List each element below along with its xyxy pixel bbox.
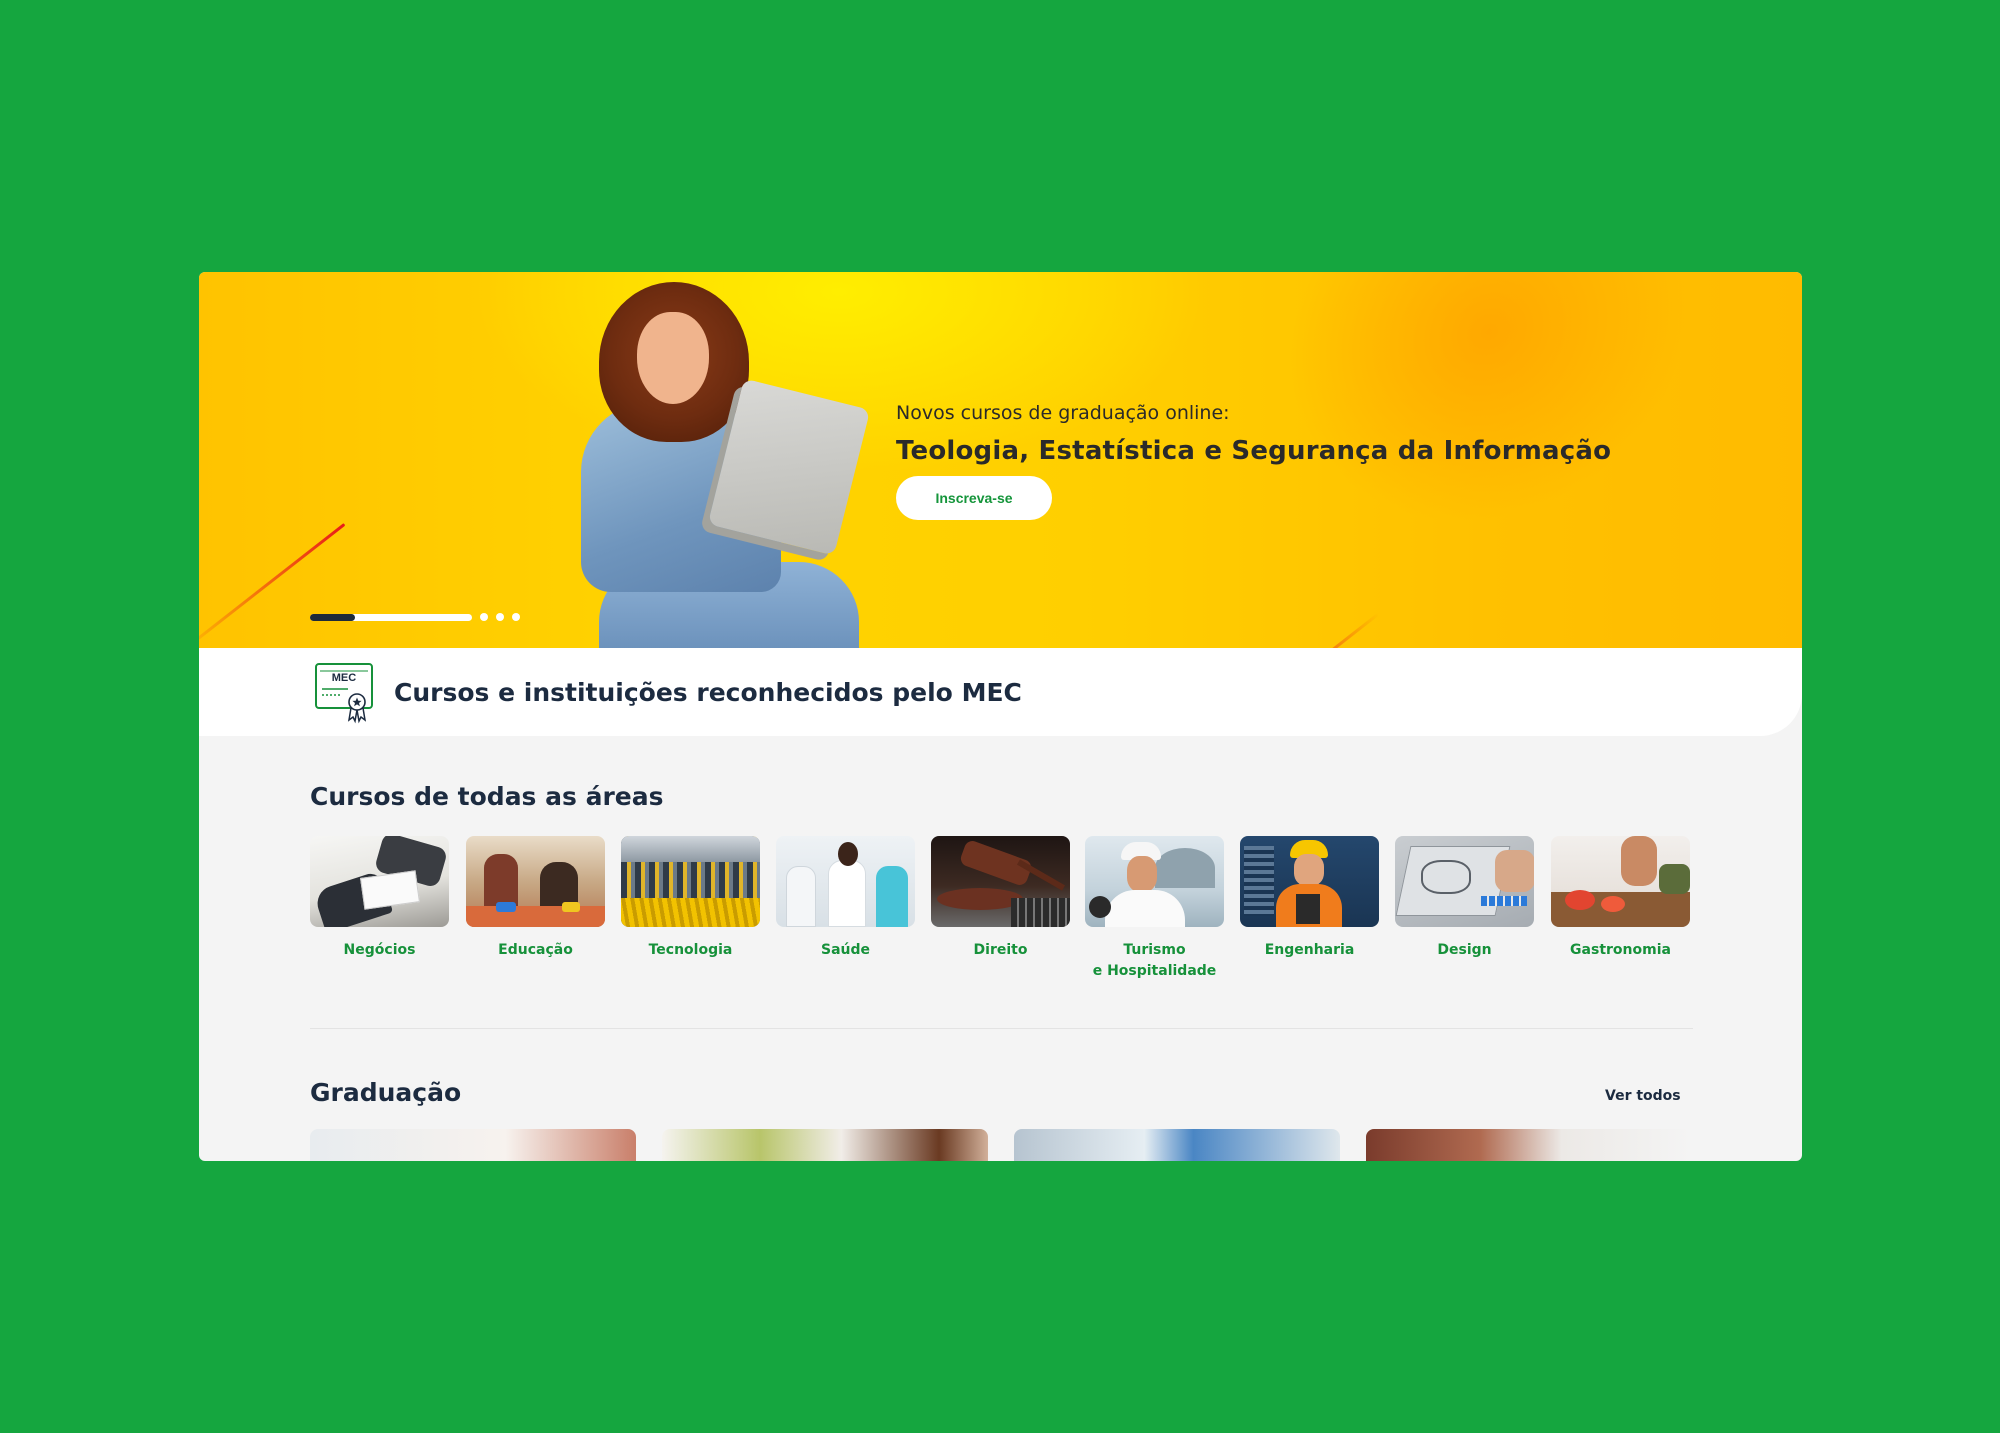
area-label-health: Saúde	[820, 942, 870, 958]
area-label-design: Design	[1437, 942, 1492, 958]
graduation-section-title: Graduação	[310, 1078, 462, 1107]
gastronomy-photo	[1551, 836, 1690, 927]
graduation-card-1[interactable]	[310, 1129, 636, 1161]
carousel-dot-2[interactable]	[480, 613, 488, 621]
area-label-engineering: Engenharia	[1264, 942, 1355, 958]
area-card-design[interactable]: Design	[1395, 836, 1534, 961]
area-label-gastronomy: Gastronomia	[1570, 942, 1671, 958]
graduation-card-3[interactable]	[1014, 1129, 1340, 1161]
tourism-photo	[1085, 836, 1224, 927]
graduation-card-4[interactable]	[1366, 1129, 1692, 1161]
law-photo	[931, 836, 1070, 927]
area-card-health[interactable]: Saúde	[776, 836, 915, 961]
area-card-technology[interactable]: Tecnologia	[621, 836, 760, 961]
hero-streak-left	[199, 523, 346, 655]
mec-title: Cursos e instituições reconhecidos pelo …	[394, 678, 1022, 707]
mec-certificate-icon: MEC	[315, 663, 373, 724]
carousel-dot-4[interactable]	[512, 613, 520, 621]
area-card-engineering[interactable]: Engenharia	[1240, 836, 1379, 961]
carousel-indicators	[310, 613, 520, 621]
section-divider	[310, 1028, 1693, 1029]
area-label-education: Educação	[498, 942, 573, 958]
hero-subtitle: Novos cursos de graduação online:	[896, 402, 1230, 424]
see-all-link[interactable]: Ver todos	[1605, 1088, 1681, 1104]
area-card-law[interactable]: Direito	[931, 836, 1070, 961]
carousel-progress-fill	[310, 613, 355, 621]
area-label-technology: Tecnologia	[648, 942, 733, 958]
business-photo	[310, 836, 449, 927]
design-photo	[1395, 836, 1534, 927]
hero-text: Novos cursos de graduação online: Teolog…	[896, 402, 1611, 466]
mec-recognition-strip: MEC Cursos e instituições reconhecidos p…	[199, 648, 1802, 736]
area-card-business[interactable]: Negócios	[310, 836, 449, 961]
carousel-progress[interactable]	[310, 613, 472, 621]
health-photo	[776, 836, 915, 927]
area-label-tourism: Turismo e Hospitalidade	[1092, 942, 1217, 979]
education-photo	[466, 836, 605, 927]
mec-badge-text: MEC	[332, 672, 357, 684]
browser-frame: Novos cursos de graduação online: Teolog…	[199, 272, 1802, 1161]
area-label-law: Direito	[973, 942, 1028, 958]
area-card-gastronomy[interactable]: Gastronomia	[1551, 836, 1690, 961]
areas-list: Negócios Educação Tecnologia Saúde Direi…	[310, 836, 1693, 996]
hero-student-photo	[559, 282, 919, 652]
area-card-education[interactable]: Educação	[466, 836, 605, 961]
hero-photo-face	[637, 312, 709, 404]
area-label-business: Negócios	[343, 942, 416, 958]
enroll-button[interactable]: Inscreva-se	[896, 476, 1052, 520]
areas-section-title: Cursos de todas as áreas	[310, 782, 664, 811]
engineering-photo	[1240, 836, 1379, 927]
hero-banner: Novos cursos de graduação online: Teolog…	[199, 272, 1802, 708]
technology-photo	[621, 836, 760, 927]
area-card-tourism[interactable]: Turismo e Hospitalidade	[1085, 836, 1224, 982]
graduation-card-2[interactable]	[662, 1129, 988, 1161]
hero-title: Teologia, Estatística e Segurança da Inf…	[896, 436, 1612, 466]
carousel-dot-3[interactable]	[496, 613, 504, 621]
